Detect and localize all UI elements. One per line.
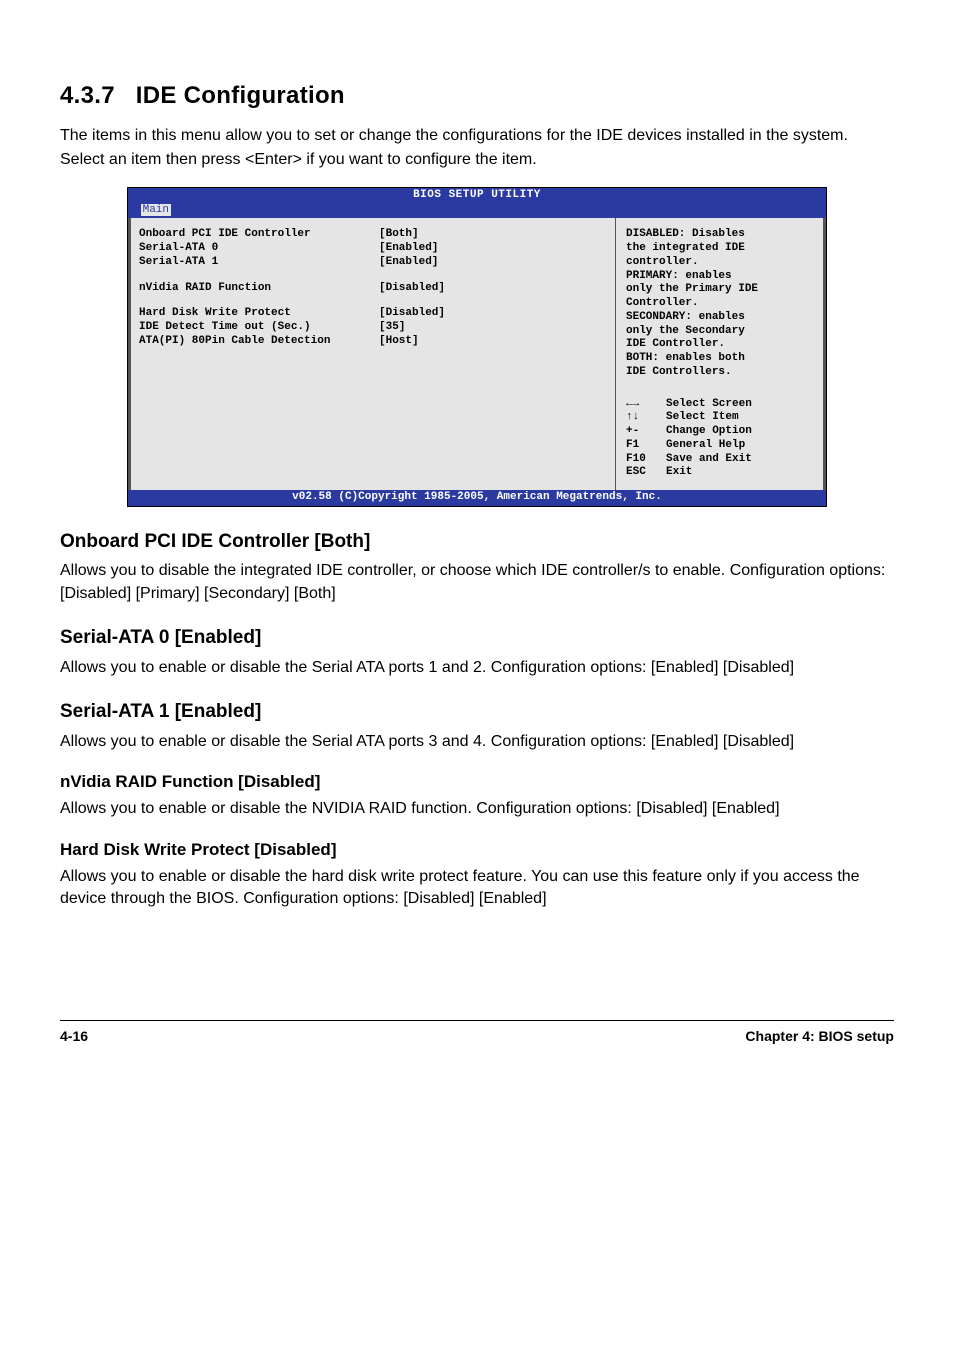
key-row: +-Change Option	[626, 425, 813, 439]
bios-setting-row[interactable]: Serial-ATA 1 [Enabled]	[139, 256, 607, 270]
subheading-sata0: Serial-ATA 0 [Enabled]	[60, 625, 894, 651]
key-label: ←→	[626, 398, 666, 412]
desc-onboard-pci: Allows you to disable the integrated IDE…	[60, 560, 894, 605]
key-row: ESCExit	[626, 466, 813, 480]
subheading-nvidia-raid: nVidia RAID Function [Disabled]	[60, 771, 894, 794]
bios-help-pane: DISABLED: Disables the integrated IDE co…	[616, 218, 826, 490]
key-label: ESC	[626, 466, 666, 480]
bios-setup-window: BIOS SETUP UTILITY Main Onboard PCI IDE …	[127, 187, 827, 507]
desc-write-protect: Allows you to enable or disable the hard…	[60, 866, 894, 911]
bios-setting-row[interactable]: Serial-ATA 0 [Enabled]	[139, 242, 607, 256]
setting-label: Hard Disk Write Protect	[139, 307, 379, 321]
help-line: IDE Controllers.	[626, 366, 813, 380]
help-line: Controller.	[626, 297, 813, 311]
chapter-label: Chapter 4: BIOS setup	[745, 1027, 894, 1046]
page-number: 4-16	[60, 1027, 88, 1046]
key-desc: Change Option	[666, 425, 752, 439]
setting-value: [Both]	[379, 228, 419, 242]
bios-settings-pane: Onboard PCI IDE Controller [Both] Serial…	[128, 218, 616, 490]
bios-key-help: ←→Select Screen ↑↓Select Item +-Change O…	[626, 398, 813, 481]
help-line: DISABLED: Disables	[626, 228, 813, 242]
help-line: PRIMARY: enables	[626, 270, 813, 284]
desc-sata0: Allows you to enable or disable the Seri…	[60, 657, 894, 679]
key-row: ↑↓Select Item	[626, 411, 813, 425]
setting-value: [35]	[379, 321, 405, 335]
key-label: F1	[626, 439, 666, 453]
key-desc: Select Item	[666, 411, 739, 425]
setting-label: Serial-ATA 0	[139, 242, 379, 256]
help-line: BOTH: enables both	[626, 352, 813, 366]
page-footer: 4-16 Chapter 4: BIOS setup	[60, 1020, 894, 1046]
key-row: F10Save and Exit	[626, 453, 813, 467]
key-desc: General Help	[666, 439, 745, 453]
subheading-write-protect: Hard Disk Write Protect [Disabled]	[60, 839, 894, 862]
key-label: ↑↓	[626, 411, 666, 425]
bios-setting-row[interactable]: ATA(PI) 80Pin Cable Detection [Host]	[139, 335, 607, 349]
section-title: IDE Configuration	[136, 82, 345, 109]
help-line: SECONDARY: enables	[626, 311, 813, 325]
bios-active-tab[interactable]: Main	[141, 204, 171, 216]
setting-label: IDE Detect Time out (Sec.)	[139, 321, 379, 335]
help-line: controller.	[626, 256, 813, 270]
bios-footer: v02.58 (C)Copyright 1985-2005, American …	[128, 490, 826, 506]
bios-menubar: Main	[128, 204, 826, 219]
setting-label: nVidia RAID Function	[139, 282, 379, 296]
key-desc: Save and Exit	[666, 453, 752, 467]
key-label: +-	[626, 425, 666, 439]
subheading-onboard-pci: Onboard PCI IDE Controller [Both]	[60, 529, 894, 555]
setting-label: Onboard PCI IDE Controller	[139, 228, 379, 242]
help-line: only the Primary IDE	[626, 283, 813, 297]
section-heading: 4.3.7 IDE Configuration	[60, 80, 894, 112]
setting-label: Serial-ATA 1	[139, 256, 379, 270]
key-desc: Select Screen	[666, 398, 752, 412]
subheading-sata1: Serial-ATA 1 [Enabled]	[60, 699, 894, 725]
setting-value: [Disabled]	[379, 282, 445, 296]
key-desc: Exit	[666, 466, 692, 480]
help-line: the integrated IDE	[626, 242, 813, 256]
bios-setting-row[interactable]: Onboard PCI IDE Controller [Both]	[139, 228, 607, 242]
desc-nvidia-raid: Allows you to enable or disable the NVID…	[60, 798, 894, 820]
help-line: only the Secondary	[626, 325, 813, 339]
bios-setting-row[interactable]: nVidia RAID Function [Disabled]	[139, 282, 607, 296]
key-row: ←→Select Screen	[626, 398, 813, 412]
key-row: F1General Help	[626, 439, 813, 453]
desc-sata1: Allows you to enable or disable the Seri…	[60, 731, 894, 753]
bios-setting-row[interactable]: IDE Detect Time out (Sec.) [35]	[139, 321, 607, 335]
setting-value: [Disabled]	[379, 307, 445, 321]
bios-titlebar: BIOS SETUP UTILITY	[128, 188, 826, 204]
setting-label: ATA(PI) 80Pin Cable Detection	[139, 335, 379, 349]
setting-value: [Host]	[379, 335, 419, 349]
section-number: 4.3.7	[60, 82, 115, 109]
key-label: F10	[626, 453, 666, 467]
intro-paragraph: The items in this menu allow you to set …	[60, 124, 894, 170]
setting-value: [Enabled]	[379, 256, 438, 270]
help-line: IDE Controller.	[626, 338, 813, 352]
bios-setting-row[interactable]: Hard Disk Write Protect [Disabled]	[139, 307, 607, 321]
bios-body: Onboard PCI IDE Controller [Both] Serial…	[128, 218, 826, 490]
setting-value: [Enabled]	[379, 242, 438, 256]
